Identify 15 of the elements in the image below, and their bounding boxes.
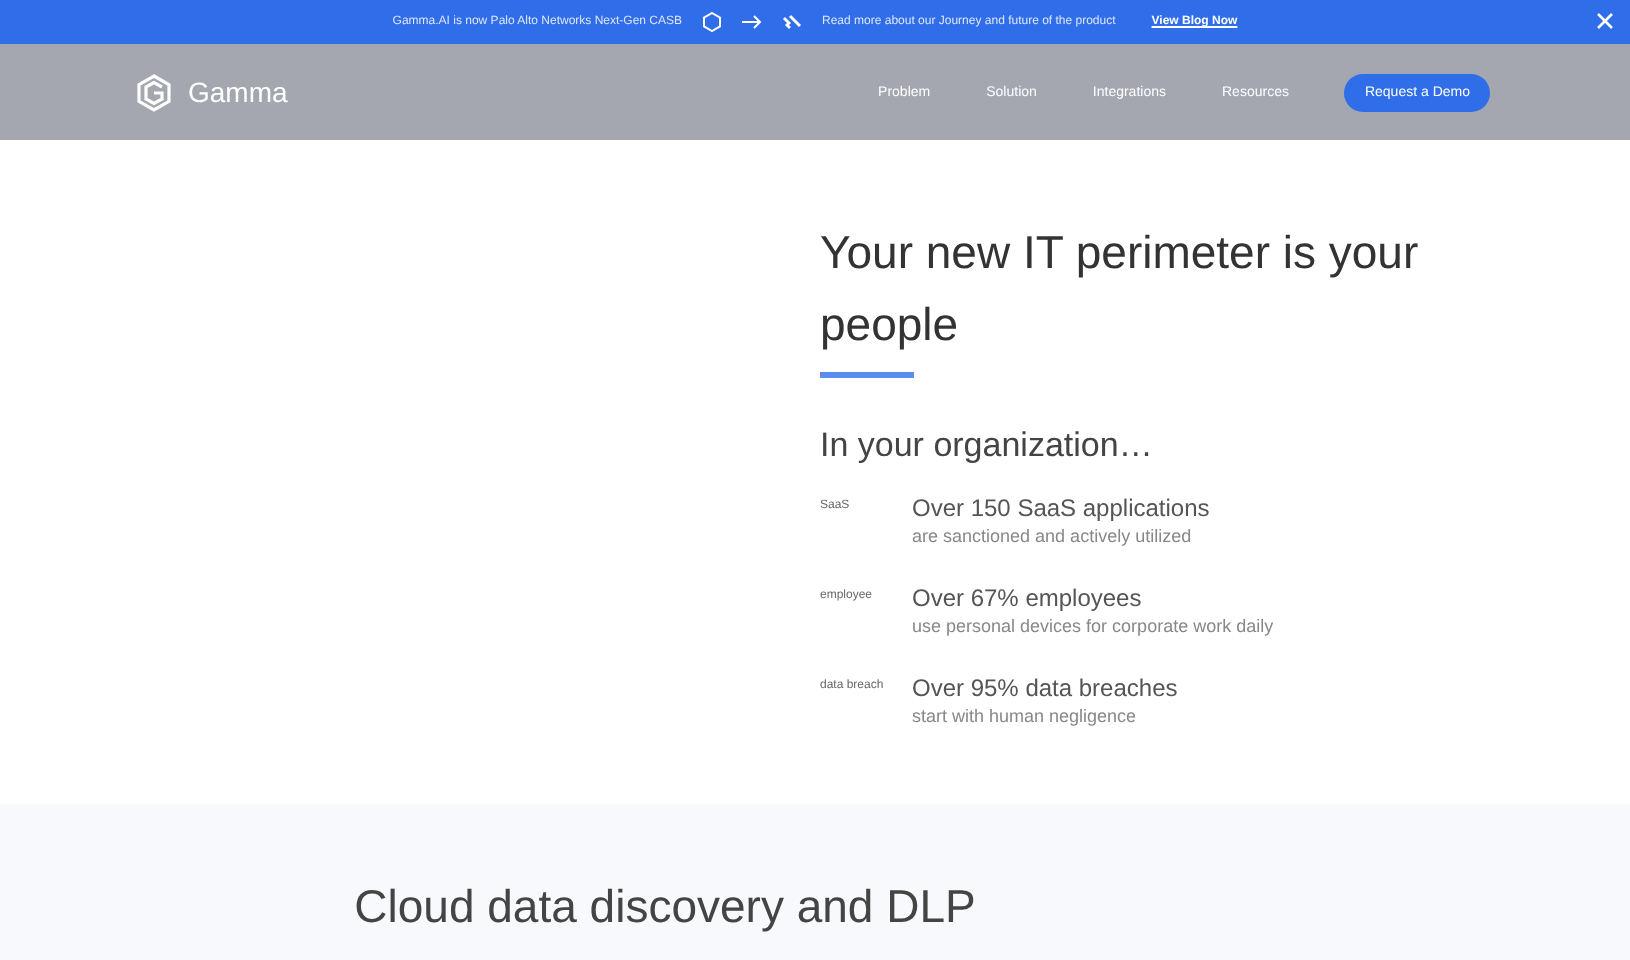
hexagon-logo-icon	[702, 12, 723, 32]
hero-subtitle: In your organization…	[820, 426, 1155, 466]
section-title: Cloud data discovery and DLP	[352, 880, 978, 934]
close-icon[interactable]	[1596, 12, 1614, 30]
hero-title: Your new IT perimeter is your people	[820, 224, 1421, 354]
stat-headline: Over 150 SaaS applications	[912, 494, 1210, 522]
hexagon-logo-icon	[136, 73, 172, 111]
stat-headline: Over 95% data breaches	[912, 674, 1178, 702]
stat-detail: start with human negligence	[912, 706, 1139, 726]
brand-name[interactable]: Gamma	[188, 76, 288, 108]
arrow-right-icon	[742, 14, 763, 30]
stripes-logo-icon	[782, 14, 803, 30]
stat-headline: Over 67% employees	[912, 584, 1144, 612]
stat-detail: are sanctioned and actively utilized	[912, 526, 1194, 546]
stat-detail: use personal devices for corporate work daily	[912, 616, 1274, 636]
